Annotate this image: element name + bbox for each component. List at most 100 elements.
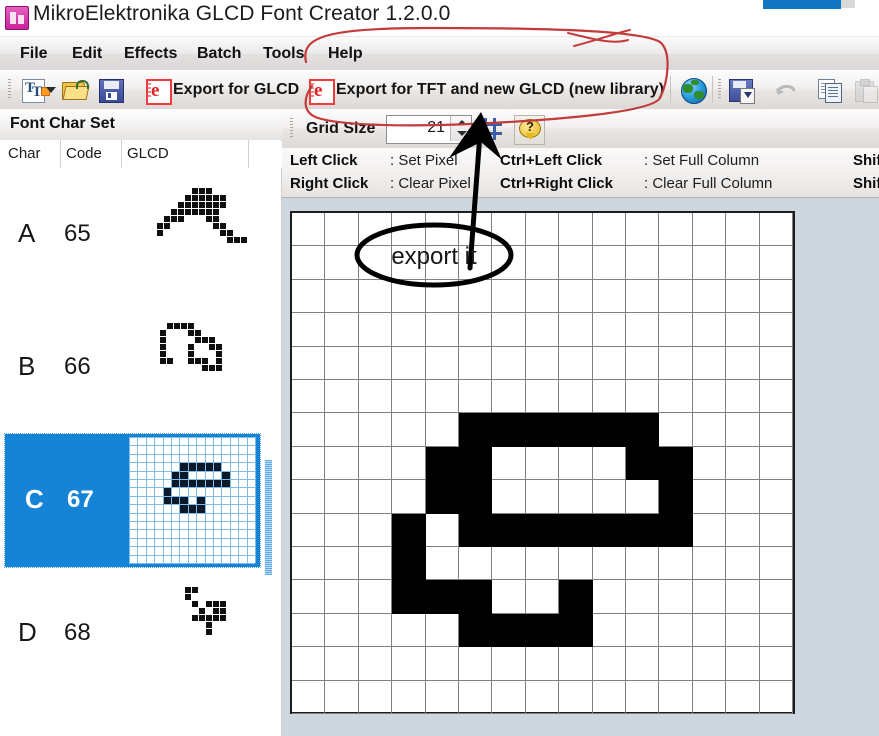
grid-cell[interactable] bbox=[692, 246, 727, 280]
grid-cell[interactable] bbox=[692, 313, 727, 347]
grid-cell[interactable] bbox=[525, 313, 560, 347]
grid-cell[interactable] bbox=[626, 613, 660, 648]
grid-cell[interactable] bbox=[358, 580, 393, 614]
grid-cell[interactable] bbox=[425, 213, 459, 247]
grid-cell[interactable] bbox=[425, 513, 459, 547]
grid-cell[interactable] bbox=[358, 547, 393, 581]
toolbar-grip-2[interactable] bbox=[718, 79, 721, 100]
grid-cell[interactable] bbox=[492, 613, 526, 648]
grid-cell[interactable] bbox=[459, 647, 493, 681]
grid-cell[interactable] bbox=[392, 547, 426, 581]
menu-item-help[interactable]: Help bbox=[322, 43, 369, 65]
grid-cell[interactable] bbox=[492, 680, 526, 714]
grid-cell[interactable] bbox=[525, 513, 560, 547]
grid-cell[interactable] bbox=[592, 413, 626, 447]
grid-cell[interactable] bbox=[292, 647, 326, 681]
grid-cell[interactable] bbox=[592, 513, 626, 547]
table-row[interactable]: D 68 bbox=[0, 567, 281, 700]
menu-item-edit[interactable]: Edit bbox=[66, 43, 108, 65]
grid-cell[interactable] bbox=[692, 380, 727, 414]
grid-cell[interactable] bbox=[325, 380, 359, 414]
grid-cell[interactable] bbox=[759, 413, 793, 447]
grid-cell[interactable] bbox=[759, 613, 793, 648]
grid-cell[interactable] bbox=[692, 513, 727, 547]
grid-cell[interactable] bbox=[459, 446, 493, 481]
grid-cell[interactable] bbox=[726, 279, 760, 314]
grid-cell[interactable] bbox=[459, 513, 493, 547]
grid-cell[interactable] bbox=[592, 279, 626, 314]
grid-cell[interactable] bbox=[392, 279, 426, 314]
grid-cell[interactable] bbox=[525, 446, 560, 481]
grid-cell[interactable] bbox=[626, 647, 660, 681]
scrollbar-thumb[interactable] bbox=[265, 460, 272, 575]
grid-cell[interactable] bbox=[692, 480, 727, 514]
grid-cell[interactable] bbox=[759, 380, 793, 414]
grid-cell[interactable] bbox=[425, 246, 459, 280]
grid-cell[interactable] bbox=[726, 446, 760, 481]
grid-cell[interactable] bbox=[592, 480, 626, 514]
grid-cell[interactable] bbox=[592, 613, 626, 648]
grid-cell[interactable] bbox=[659, 313, 693, 347]
grid-cell[interactable] bbox=[626, 346, 660, 380]
grid-cell[interactable] bbox=[358, 246, 393, 280]
grid-cell[interactable] bbox=[626, 547, 660, 581]
grid-cell[interactable] bbox=[459, 380, 493, 414]
grid-cell[interactable] bbox=[592, 446, 626, 481]
grid-cell[interactable] bbox=[559, 346, 593, 380]
grid-cell[interactable] bbox=[659, 480, 693, 514]
grid-cell[interactable] bbox=[325, 513, 359, 547]
grid-cell[interactable] bbox=[358, 613, 393, 648]
grid-cell[interactable] bbox=[559, 380, 593, 414]
grid-cell[interactable] bbox=[425, 613, 459, 648]
grid-cell[interactable] bbox=[626, 279, 660, 314]
grid-cell[interactable] bbox=[659, 346, 693, 380]
grid-cell[interactable] bbox=[759, 580, 793, 614]
grid-cell[interactable] bbox=[559, 547, 593, 581]
grid-cell[interactable] bbox=[358, 647, 393, 681]
grid-cell[interactable] bbox=[392, 213, 426, 247]
globe-icon[interactable] bbox=[681, 78, 707, 104]
grid-cell[interactable] bbox=[726, 413, 760, 447]
grid-cell[interactable] bbox=[358, 680, 393, 714]
grid-cell[interactable] bbox=[659, 680, 693, 714]
grid-cell[interactable] bbox=[559, 313, 593, 347]
grid-cell[interactable] bbox=[592, 213, 626, 247]
grid-cell[interactable] bbox=[492, 446, 526, 481]
grid-cell[interactable] bbox=[626, 380, 660, 414]
grid-cell[interactable] bbox=[525, 547, 560, 581]
grid-cell[interactable] bbox=[692, 613, 727, 648]
grid-cell[interactable] bbox=[459, 480, 493, 514]
grid-cell[interactable] bbox=[425, 647, 459, 681]
grid-cell[interactable] bbox=[525, 346, 560, 380]
grid-cell[interactable] bbox=[358, 279, 393, 314]
grid-cell[interactable] bbox=[626, 213, 660, 247]
grid-cell[interactable] bbox=[358, 313, 393, 347]
grid-cell[interactable] bbox=[292, 480, 326, 514]
grid-cell[interactable] bbox=[492, 380, 526, 414]
grid-cell[interactable] bbox=[759, 313, 793, 347]
grid-cell[interactable] bbox=[425, 346, 459, 380]
grid-cell[interactable] bbox=[626, 313, 660, 347]
grid-cell[interactable] bbox=[525, 580, 560, 614]
grid-cell[interactable] bbox=[492, 213, 526, 247]
grid-cell[interactable] bbox=[692, 279, 727, 314]
grid-cell[interactable] bbox=[659, 213, 693, 247]
grid-cell[interactable] bbox=[559, 647, 593, 681]
grid-cell[interactable] bbox=[459, 213, 493, 247]
grid-cell[interactable] bbox=[292, 380, 326, 414]
grid-cell[interactable] bbox=[292, 346, 326, 380]
grid-cell[interactable] bbox=[726, 213, 760, 247]
grid-cell[interactable] bbox=[325, 213, 359, 247]
grid-cell[interactable] bbox=[726, 480, 760, 514]
grid-cell[interactable] bbox=[759, 346, 793, 380]
grid-cell[interactable] bbox=[492, 246, 526, 280]
grid-cell[interactable] bbox=[559, 213, 593, 247]
grid-cell[interactable] bbox=[459, 413, 493, 447]
grid-cell[interactable] bbox=[525, 213, 560, 247]
grid-cell[interactable] bbox=[325, 547, 359, 581]
grid-cell[interactable] bbox=[559, 513, 593, 547]
grid-cell[interactable] bbox=[292, 313, 326, 347]
grid-cell[interactable] bbox=[392, 313, 426, 347]
grid-cell[interactable] bbox=[692, 346, 727, 380]
grid-cell[interactable] bbox=[726, 580, 760, 614]
